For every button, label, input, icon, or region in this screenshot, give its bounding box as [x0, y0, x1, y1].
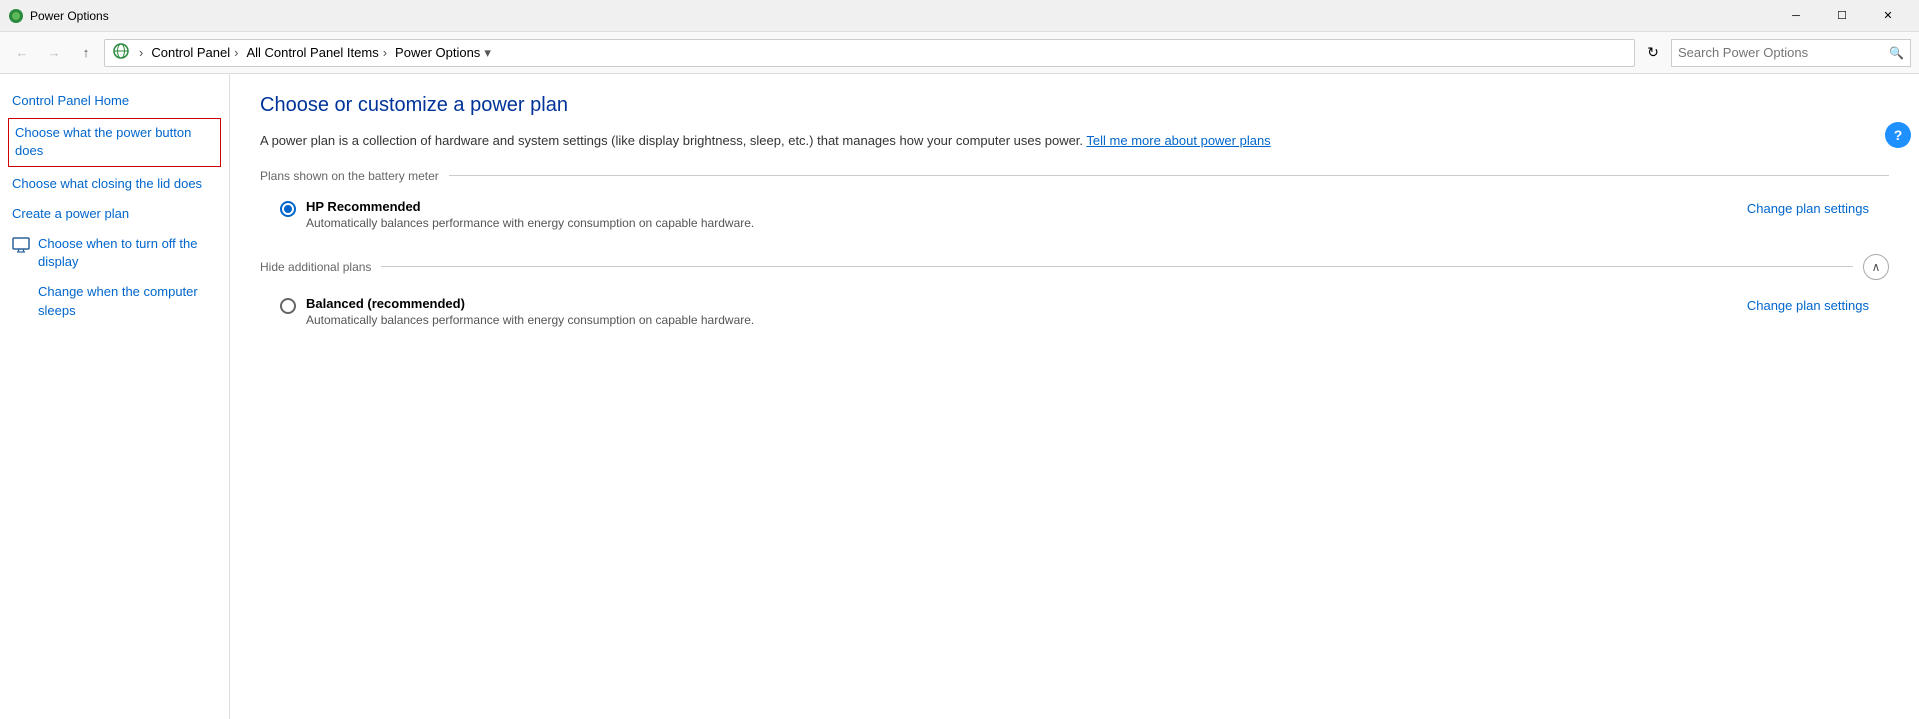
window-controls: ─ ☐ ✕ — [1773, 0, 1911, 32]
collapse-plans-button[interactable]: ∧ — [1863, 254, 1889, 280]
breadcrumb-sep-3: › — [383, 45, 387, 60]
hide-plans-label: Hide additional plans — [260, 260, 371, 274]
app-icon — [8, 8, 24, 24]
plan-desc-balanced: Automatically balances performance with … — [306, 313, 1747, 327]
back-button[interactable]: ← — [8, 39, 36, 67]
hide-plans-divider — [381, 266, 1853, 267]
main-container: Control Panel Home Choose what the power… — [0, 74, 1919, 719]
minimize-button[interactable]: ─ — [1773, 0, 1819, 32]
plan-info-balanced: Balanced (recommended) Automatically bal… — [306, 296, 1747, 327]
breadcrumb-all-items[interactable]: All Control Panel Items — [246, 45, 378, 60]
plan-settings-link-hp-recommended[interactable]: Change plan settings — [1747, 201, 1869, 216]
plan-name-balanced: Balanced (recommended) — [306, 296, 1747, 311]
maximize-button[interactable]: ☐ — [1819, 0, 1865, 32]
up-button[interactable]: ↑ — [72, 39, 100, 67]
title-bar: Power Options ─ ☐ ✕ — [0, 0, 1919, 32]
plans-section: Plans shown on the battery meter HP Reco… — [260, 169, 1889, 234]
plan-settings-link-balanced[interactable]: Change plan settings — [1747, 298, 1869, 313]
section-divider — [449, 175, 1889, 176]
sidebar-item-power-button[interactable]: Choose what the power button does — [8, 118, 221, 166]
plan-desc-hp-recommended: Automatically balances performance with … — [306, 216, 1747, 230]
refresh-button[interactable]: ↻ — [1639, 39, 1667, 67]
content-description: A power plan is a collection of hardware… — [260, 131, 1889, 151]
plan-radio-balanced[interactable] — [280, 298, 296, 314]
plan-radio-hp-recommended[interactable] — [280, 201, 296, 217]
plans-section-header: Plans shown on the battery meter — [260, 169, 1889, 183]
address-bar: ← → ↑ › Control Panel › All Control Pane… — [0, 32, 1919, 74]
plans-section-label: Plans shown on the battery meter — [260, 169, 439, 183]
sidebar-item-create-plan[interactable]: Create a power plan — [0, 199, 229, 229]
plan-item-hp-recommended: HP Recommended Automatically balances pe… — [260, 195, 1889, 234]
sidebar-item-lid[interactable]: Choose what closing the lid does — [0, 169, 229, 199]
content-area: Choose or customize a power plan A power… — [230, 74, 1919, 719]
monitor-icon — [12, 236, 32, 256]
search-input[interactable] — [1678, 45, 1889, 60]
breadcrumb-control-panel[interactable]: Control Panel — [151, 45, 230, 60]
page-title: Choose or customize a power plan — [260, 94, 1889, 117]
sidebar-item-turn-off-display[interactable]: Choose when to turn off the display — [0, 229, 229, 277]
breadcrumb-sep-1: › — [139, 45, 143, 60]
breadcrumb: › Control Panel › All Control Panel Item… — [104, 39, 1635, 67]
sidebar: Control Panel Home Choose what the power… — [0, 74, 230, 719]
moon-icon — [12, 284, 32, 304]
plan-info-hp-recommended: HP Recommended Automatically balances pe… — [306, 199, 1747, 230]
plan-item-balanced: Balanced (recommended) Automatically bal… — [260, 292, 1889, 331]
search-icon: 🔍 — [1889, 46, 1904, 60]
globe-icon — [113, 43, 129, 62]
sidebar-item-computer-sleeps[interactable]: Change when the computer sleeps — [0, 277, 229, 325]
help-button[interactable]: ? — [1885, 122, 1911, 148]
hide-plans-section: Hide additional plans ∧ — [260, 254, 1889, 280]
breadcrumb-dropdown-button[interactable]: ▾ — [484, 45, 491, 61]
sidebar-item-control-panel-home[interactable]: Control Panel Home — [0, 86, 229, 116]
learn-more-link[interactable]: Tell me more about power plans — [1086, 133, 1270, 148]
window-title: Power Options — [30, 9, 1773, 23]
breadcrumb-power-options: Power Options — [395, 45, 480, 60]
breadcrumb-sep-2: › — [234, 45, 238, 60]
close-button[interactable]: ✕ — [1865, 0, 1911, 32]
forward-button[interactable]: → — [40, 39, 68, 67]
search-bar: 🔍 — [1671, 39, 1911, 67]
plan-name-hp-recommended: HP Recommended — [306, 199, 1747, 214]
